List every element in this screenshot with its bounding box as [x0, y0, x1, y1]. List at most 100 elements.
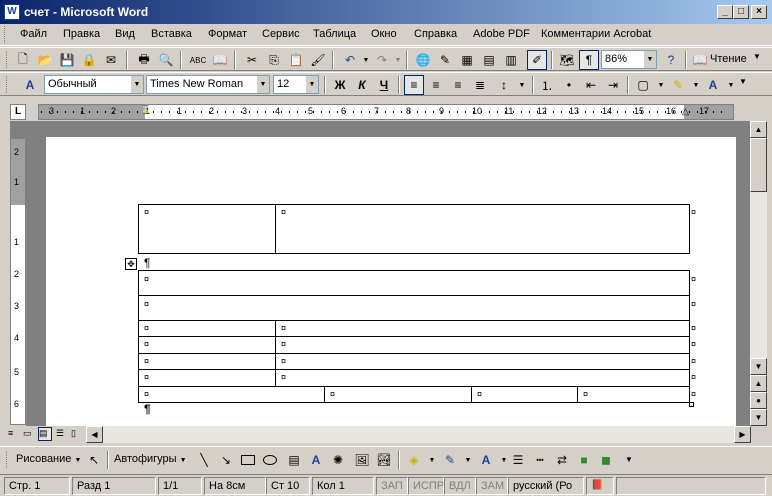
print-layout-view-icon[interactable]: ▤: [38, 427, 52, 441]
select-browse-object-icon[interactable]: ●: [750, 392, 767, 409]
toolbar-grip[interactable]: [6, 51, 9, 68]
end-paragraph-mark[interactable]: ¶: [144, 402, 151, 416]
paragraph-mark[interactable]: ¶: [144, 256, 150, 270]
arrow-style-icon[interactable]: ⇄: [552, 450, 572, 470]
status-track-changes[interactable]: ИСПР: [408, 477, 444, 495]
menu-adobe-pdf[interactable]: Adobe PDF: [473, 28, 530, 40]
table-1[interactable]: [138, 204, 690, 254]
line-style-icon[interactable]: ☰: [508, 450, 528, 470]
draw-menu-button[interactable]: Рисование ▼: [16, 453, 81, 465]
vertical-scrollbar[interactable]: ▲ ▼ ▲ ● ▼: [750, 121, 767, 426]
font-color-icon[interactable]: A: [703, 75, 723, 95]
align-left-icon[interactable]: ≡: [404, 75, 424, 95]
text-box-icon[interactable]: ▤: [284, 450, 304, 470]
help-icon[interactable]: ?: [661, 50, 681, 70]
dash-style-icon[interactable]: ┅: [530, 450, 550, 470]
bold-button[interactable]: Ж: [330, 75, 350, 95]
previous-page-icon[interactable]: ▲: [750, 375, 767, 392]
vertical-ruler[interactable]: 2 1 1 2 3 4 5 6: [10, 138, 26, 425]
status-column[interactable]: Кол 1: [312, 477, 374, 495]
zoom-select[interactable]: 86% ▼: [601, 50, 657, 69]
insert-table-icon[interactable]: ▦: [457, 50, 477, 70]
cell-mark[interactable]: ¤: [477, 389, 482, 399]
insert-excel-icon[interactable]: ▤: [479, 50, 499, 70]
spelling-icon[interactable]: ABC: [188, 50, 208, 70]
line-spacing-icon[interactable]: ↕: [494, 75, 514, 95]
status-language[interactable]: русский (Ро: [508, 477, 584, 495]
cell-mark[interactable]: ¤: [330, 389, 335, 399]
tables-borders-icon[interactable]: ✎: [435, 50, 455, 70]
font-color-icon[interactable]: A: [476, 450, 496, 470]
cell-mark[interactable]: ¤: [144, 207, 149, 217]
status-page-count[interactable]: 1/1: [158, 477, 202, 495]
new-document-icon[interactable]: 🗋: [13, 50, 33, 70]
status-extend[interactable]: ВДЛ: [444, 477, 476, 495]
cut-icon[interactable]: ✂: [242, 50, 262, 70]
right-indent-marker[interactable]: △: [682, 106, 689, 117]
clip-art-icon[interactable]: 🖼: [352, 450, 372, 470]
align-center-icon[interactable]: ≡: [426, 75, 446, 95]
maximize-button[interactable]: □: [733, 5, 749, 19]
columns-icon[interactable]: ▥: [501, 50, 521, 70]
cell-mark[interactable]: ¤: [144, 274, 149, 284]
autoshapes-button[interactable]: Автофигуры ▼: [114, 453, 187, 465]
open-icon[interactable]: 📂: [35, 50, 55, 70]
select-objects-icon[interactable]: ↖: [84, 450, 104, 470]
font-color-dropdown-icon[interactable]: ▼: [721, 75, 741, 95]
read-icon[interactable]: 📖: [690, 50, 710, 70]
menu-tools[interactable]: Сервис: [262, 28, 300, 40]
cell-mark[interactable]: ¤: [144, 339, 149, 349]
scroll-thumb[interactable]: [750, 138, 767, 192]
horizontal-ruler[interactable]: 31211234567891011121314151617 ⌛ △: [38, 104, 734, 120]
status-section[interactable]: Разд 1: [72, 477, 156, 495]
toolbar-grip[interactable]: [6, 76, 9, 93]
table-move-handle-icon[interactable]: ✥: [125, 258, 137, 270]
align-right-icon[interactable]: ≡: [448, 75, 468, 95]
line-icon[interactable]: ╲: [194, 450, 214, 470]
font-select[interactable]: Times New Roman ▼: [146, 75, 270, 94]
menu-insert[interactable]: Вставка: [151, 28, 192, 40]
scroll-down-icon[interactable]: ▼: [750, 358, 767, 375]
line-color-dropdown-icon[interactable]: ▼: [458, 450, 478, 470]
underline-button[interactable]: Ч: [374, 75, 394, 95]
paste-icon[interactable]: 📋: [286, 50, 306, 70]
status-overtype[interactable]: ЗАМ: [476, 477, 508, 495]
line-spacing-dropdown-icon[interactable]: ▼: [512, 75, 532, 95]
close-button[interactable]: ×: [751, 5, 767, 19]
menu-acrobat-comments[interactable]: Комментарии Acrobat: [541, 28, 651, 40]
menu-edit[interactable]: Правка: [63, 28, 100, 40]
scroll-right-icon[interactable]: ▶: [734, 426, 751, 443]
cell-mark[interactable]: ¤: [281, 323, 286, 333]
hyperlink-icon[interactable]: 🌐: [413, 50, 433, 70]
oval-icon[interactable]: [260, 450, 280, 470]
3d-style-icon[interactable]: ◼: [596, 450, 616, 470]
redo-dropdown-icon[interactable]: ▼: [388, 50, 408, 70]
page[interactable]: ¤ ¤ ¤ ✥ ¶ ¤ ¤ ¤ ¤ ¤ ¤ ¤ ¤ ¤ ¤ ¤ ¤ ¤ ¤ ¤ ¤ ¤ ¤ ¤ ¤ ¤ ¶: [46, 137, 736, 426]
cell-mark[interactable]: ¤: [281, 207, 286, 217]
cell-mark[interactable]: ¤: [281, 339, 286, 349]
show-hide-icon[interactable]: ¶: [579, 50, 599, 70]
research-icon[interactable]: 📖: [210, 50, 230, 70]
tab-selector[interactable]: L: [10, 104, 26, 120]
minimize-button[interactable]: _: [717, 5, 733, 19]
menu-format[interactable]: Формат: [208, 28, 247, 40]
arrow-icon[interactable]: ↘: [216, 450, 236, 470]
increase-indent-icon[interactable]: ⇥: [603, 75, 623, 95]
fill-color-dropdown-icon[interactable]: ▼: [422, 450, 442, 470]
decrease-indent-icon[interactable]: ⇤: [581, 75, 601, 95]
first-line-indent-marker[interactable]: ⌛: [140, 104, 151, 115]
menu-grip[interactable]: [4, 26, 7, 43]
wordart-icon[interactable]: A: [306, 450, 326, 470]
scroll-up-icon[interactable]: ▲: [750, 121, 767, 138]
outline-view-icon[interactable]: ☰: [56, 428, 68, 440]
fill-color-icon[interactable]: ◈: [404, 450, 424, 470]
status-page[interactable]: Стр. 1: [4, 477, 70, 495]
status-line[interactable]: Ст 10: [266, 477, 310, 495]
scroll-left-icon[interactable]: ◀: [86, 426, 103, 443]
cell-mark[interactable]: ¤: [281, 356, 286, 366]
cell-mark[interactable]: ¤: [583, 389, 588, 399]
next-page-icon[interactable]: ▼: [750, 409, 767, 426]
permission-icon[interactable]: 🔒: [79, 50, 99, 70]
picture-icon[interactable]: 🏞: [374, 450, 394, 470]
save-icon[interactable]: 💾: [57, 50, 77, 70]
